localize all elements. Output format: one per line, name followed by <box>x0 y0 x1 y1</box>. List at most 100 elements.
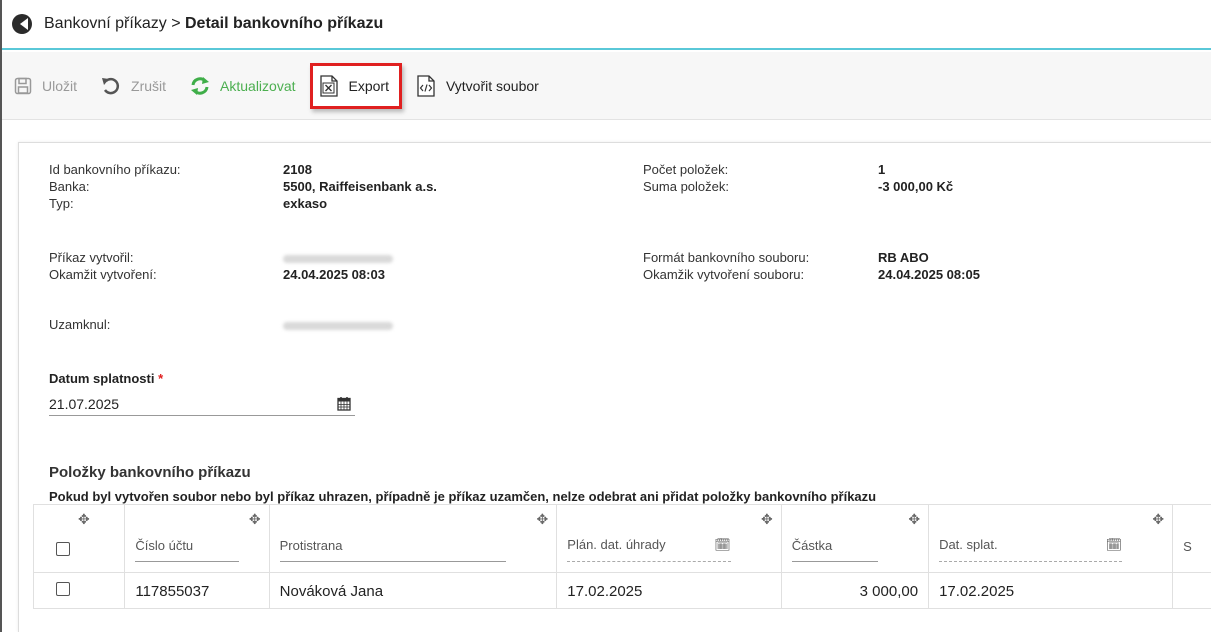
calendar-icon[interactable] <box>337 396 351 411</box>
calendar-icon[interactable]: 🗓 <box>1106 537 1123 553</box>
created-by-label: Příkaz vytvořil: <box>49 250 134 265</box>
file-format-value: RB ABO <box>878 250 929 265</box>
id-value: 2108 <box>283 162 312 177</box>
move-icon[interactable]: ✥ <box>537 511 549 528</box>
breadcrumb: Bankovní příkazy > Detail bankovního pří… <box>44 15 383 33</box>
detail-panel: Id bankovního příkazu: Banka: Typ: 2108 … <box>18 142 1211 632</box>
file-created-value: 24.04.2025 08:05 <box>878 267 980 282</box>
export-label: Export <box>348 77 389 94</box>
header-planned-date-label: Plán. dat. úhrady <box>567 537 666 552</box>
table-header-row: ✥ ✥ Číslo účtu ✥ Protistrana ✥ Plán. dat… <box>32 504 1211 573</box>
redacted-name <box>283 254 393 263</box>
cancel-button[interactable]: Zrušit <box>101 63 166 109</box>
file-created-label: Okamžik vytvoření souboru: <box>643 267 805 282</box>
cell-planned-date: 17.02.2025 <box>556 572 782 609</box>
count-label: Počet položek: <box>643 162 729 177</box>
cell-counterparty: Nováková Jana <box>268 572 558 609</box>
created-at-label: Okamžit vytvoření: <box>49 267 157 282</box>
cell-account: 117855037 <box>124 572 270 609</box>
refresh-button[interactable]: Aktualizovat <box>190 63 296 109</box>
created-by-value <box>283 249 613 266</box>
info-values-right-1: 1 -3 000,00 Kč <box>878 161 1178 195</box>
created-at-value: 24.04.2025 08:03 <box>283 267 385 282</box>
header-counterparty-label: Protistrana <box>279 538 507 562</box>
info-values-left-3 <box>283 316 613 333</box>
cell-amount: 3 000,00 <box>780 572 930 609</box>
header-amount-label: Částka <box>791 538 879 562</box>
info-labels-left-1: Id bankovního příkazu: Banka: Typ: <box>49 161 279 212</box>
required-mark: * <box>158 371 164 386</box>
items-section-note: Pokud byl vytvořen soubor nebo byl příka… <box>49 489 877 504</box>
locked-label: Uzamknul: <box>49 317 111 332</box>
header-account-label: Číslo účtu <box>135 538 239 562</box>
header-due-date[interactable]: ✥ Dat. splat. 🗓 <box>928 504 1174 573</box>
create-file-button[interactable]: Vytvořit soubor <box>416 63 539 109</box>
save-icon <box>14 77 32 95</box>
move-icon[interactable]: ✥ <box>908 511 920 528</box>
header-next-column[interactable]: S <box>1172 504 1211 573</box>
due-date-label: Datum splatnosti * <box>49 371 355 386</box>
table-row[interactable]: 117855037 Nováková Jana 17.02.2025 3 000… <box>32 572 1211 609</box>
bank-label: Banka: <box>49 179 90 194</box>
info-labels-left-2: Příkaz vytvořil: Okamžit vytvoření: <box>49 249 279 283</box>
move-icon[interactable]: ✥ <box>78 511 90 528</box>
info-values-right-2: RB ABO 24.04.2025 08:05 <box>878 249 1178 283</box>
save-label: Uložit <box>42 77 78 94</box>
header-counterparty[interactable]: ✥ Protistrana <box>268 504 558 573</box>
header-due-date-filter[interactable]: Dat. splat. 🗓 <box>939 537 1123 562</box>
header-select-all: ✥ <box>32 504 126 573</box>
info-values-left-2: 24.04.2025 08:03 <box>283 249 613 283</box>
undo-icon <box>101 77 121 95</box>
cell-due-date: 17.02.2025 <box>928 572 1174 609</box>
toolbar: Uložit Zrušit Aktualizovat Export Vytvoř… <box>2 52 1211 120</box>
select-all-checkbox[interactable] <box>56 542 70 556</box>
excel-file-icon <box>319 74 339 97</box>
type-value: exkaso <box>283 196 328 211</box>
app-logo-icon <box>12 14 32 34</box>
move-icon[interactable]: ✥ <box>1152 511 1164 528</box>
header-next-label: S <box>1183 539 1192 554</box>
info-values-left-1: 2108 5500, Raiffeisenbank a.s. exkaso <box>283 161 613 212</box>
count-value: 1 <box>878 162 886 177</box>
id-label: Id bankovního příkazu: <box>49 162 181 177</box>
due-date-value: 21.07.2025 <box>49 395 120 412</box>
sum-value: -3 000,00 Kč <box>878 179 954 194</box>
cell-next <box>1172 572 1211 609</box>
header-due-date-label: Dat. splat. <box>939 537 998 552</box>
redacted-name <box>283 321 393 330</box>
info-labels-right-2: Formát bankovního souboru: Okamžik vytvo… <box>643 249 873 283</box>
breadcrumb-parent[interactable]: Bankovní příkazy <box>44 15 167 32</box>
page-title: Detail bankovního příkazu <box>184 15 384 32</box>
create-file-label: Vytvořit soubor <box>445 77 539 94</box>
row-checkbox[interactable] <box>56 582 70 596</box>
due-date-label-text: Datum splatnosti <box>49 371 155 386</box>
cancel-label: Zrušit <box>131 77 167 94</box>
code-file-icon <box>416 74 436 97</box>
items-table: ✥ ✥ Číslo účtu ✥ Protistrana ✥ Plán. dat… <box>32 504 1211 609</box>
breadcrumb-separator: > <box>171 15 181 32</box>
type-label: Typ: <box>49 196 74 211</box>
info-labels-left-3: Uzamknul: <box>49 316 279 333</box>
file-format-label: Formát bankovního souboru: <box>643 250 810 265</box>
title-bar: Bankovní příkazy > Detail bankovního pří… <box>2 0 1211 50</box>
bank-value: 5500, Raiffeisenbank a.s. <box>283 179 437 194</box>
calendar-icon[interactable]: 🗓 <box>714 537 731 553</box>
app-frame: Bankovní příkazy > Detail bankovního pří… <box>0 0 1211 632</box>
move-icon[interactable]: ✥ <box>249 511 261 528</box>
header-amount[interactable]: ✥ Částka <box>780 504 930 573</box>
header-planned-date[interactable]: ✥ Plán. dat. úhrady 🗓 <box>556 504 782 573</box>
due-date-input[interactable]: 21.07.2025 <box>49 392 355 416</box>
due-date-field: Datum splatnosti * 21.07.2025 <box>49 371 355 416</box>
sum-label: Suma položek: <box>643 179 729 194</box>
refresh-label: Aktualizovat <box>220 77 296 94</box>
export-button[interactable]: Export <box>309 62 402 109</box>
save-button[interactable]: Uložit <box>14 63 77 109</box>
row-select-cell <box>32 572 126 609</box>
header-planned-date-filter[interactable]: Plán. dat. úhrady 🗓 <box>567 537 731 562</box>
items-section-title: Položky bankovního příkazu <box>49 464 251 481</box>
locked-value <box>283 316 613 333</box>
info-labels-right-1: Počet položek: Suma položek: <box>643 161 873 195</box>
header-account[interactable]: ✥ Číslo účtu <box>124 504 270 573</box>
move-icon[interactable]: ✥ <box>761 511 773 528</box>
refresh-icon <box>190 76 210 95</box>
